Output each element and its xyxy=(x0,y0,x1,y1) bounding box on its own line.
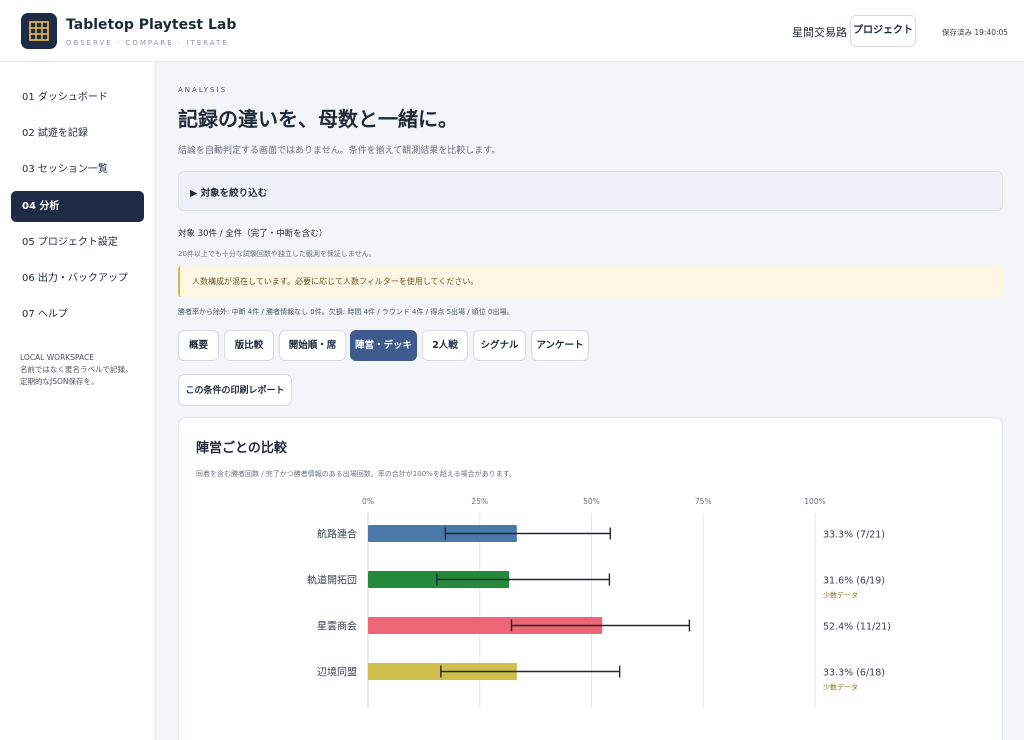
app-logo[interactable] xyxy=(21,13,57,49)
workspace-hint: 名前ではなく匿名ラベルで記録。 xyxy=(20,365,133,374)
category-label: 辺境同盟 xyxy=(317,666,357,679)
mixed-player-count-warning: 人数構成が混在しています。必要に応じて人数フィルターを使用してください。 xyxy=(178,266,1003,297)
faction-win-rate-chart: 0% 25% 50% 75% 100% 航路連合 33.3% (7/21) 軌道開拓団 31.6… xyxy=(307,497,891,708)
target-count: 対象 30件 / 全件（完了・中断を含む） xyxy=(178,229,328,239)
app-tagline: OBSERVE · COMPARE · ITERATE xyxy=(66,39,229,47)
sample-caveat: 20件以上でも十分な試験回数や独立した観測を保証しません。 xyxy=(178,250,376,258)
filter-panel[interactable]: ▶ 対象を絞り込む xyxy=(178,171,1003,211)
save-status: 保存済み 19:40:05 xyxy=(942,28,1009,37)
workspace-hint: 定期的なJSON保存を。 xyxy=(20,377,99,386)
x-tick-label: 0% xyxy=(362,497,374,506)
warning-text: 人数構成が混在しています。必要に応じて人数フィルターを使用してください。 xyxy=(192,277,479,286)
sidebar-item-record-playtest[interactable]: 02 試遊を記録 xyxy=(11,118,144,149)
small-sample-flag: 少数データ xyxy=(823,683,858,692)
section-eyebrow: ANALYSIS xyxy=(178,86,228,94)
app-title: Tabletop Playtest Lab xyxy=(66,17,237,33)
sidebar-item-export-backup[interactable]: 06 出力・バックアップ xyxy=(11,263,144,294)
sidebar: 01 ダッシュボード 02 試遊を記録 03 セッション一覧 04 分析 05 … xyxy=(0,62,156,740)
page-subtitle: 結論を自動判定する画面ではありません。条件を揃えて観測結果を比較します。 xyxy=(178,146,501,156)
category-label: 軌道開拓団 xyxy=(307,574,357,587)
page-title: 記録の違いを、母数と一緒に。 xyxy=(178,107,458,131)
data-label: 33.3% (7/21) xyxy=(823,530,885,541)
app-header: Tabletop Playtest Lab OBSERVE · COMPARE … xyxy=(0,0,1024,62)
print-report-button[interactable]: この条件の印刷レポート xyxy=(178,374,292,406)
tab-version-compare[interactable]: 版比較 xyxy=(224,330,274,361)
sidebar-item-help[interactable]: 07 ヘルプ xyxy=(11,299,144,330)
sidebar-item-dashboard[interactable]: 01 ダッシュボード xyxy=(11,82,144,113)
faction-comparison-card: 陣営ごとの比較 同着を含む勝者回数 / 完了かつ勝者情報のある出場回数。率の合計… xyxy=(178,417,1003,740)
exclusion-summary: 勝者率から除外: 中断 4件 / 勝者情報なし 0件。欠損: 時間 4件 / ラ… xyxy=(178,308,514,316)
x-tick-label: 100% xyxy=(804,497,825,506)
sidebar-item-analysis[interactable]: 04 分析 xyxy=(11,191,144,222)
tab-overview[interactable]: 概要 xyxy=(178,330,219,361)
grid-icon xyxy=(29,21,49,41)
sidebar-workspace-note: LOCAL WORKSPACE 名前ではなく匿名ラベルで記録。 定期的なJSON… xyxy=(20,352,133,388)
data-label: 52.4% (11/21) xyxy=(823,622,891,633)
x-tick-label: 50% xyxy=(583,497,600,506)
category-label: 星雲商会 xyxy=(317,620,357,633)
tab-seat-order[interactable]: 開始順・席 xyxy=(279,330,346,361)
data-label: 33.3% (6/18) xyxy=(823,668,885,679)
tab-survey[interactable]: アンケート xyxy=(531,330,589,361)
tab-faction-deck[interactable]: 陣営・デッキ xyxy=(350,330,417,361)
tab-two-player[interactable]: 2人戦 xyxy=(422,330,468,361)
category-label: 航路連合 xyxy=(317,528,357,541)
filter-toggle[interactable]: ▶ 対象を絞り込む xyxy=(190,185,267,199)
project-button[interactable]: プロジェクト xyxy=(850,15,916,47)
sidebar-item-session-list[interactable]: 03 セッション一覧 xyxy=(11,154,144,185)
x-tick-label: 75% xyxy=(695,497,712,506)
workspace-label: LOCAL WORKSPACE xyxy=(20,353,94,362)
current-project-name: 星間交易路 xyxy=(792,26,847,39)
x-tick-label: 25% xyxy=(471,497,488,506)
small-sample-flag: 少数データ xyxy=(823,591,858,600)
sidebar-item-project-settings[interactable]: 05 プロジェクト設定 xyxy=(11,227,144,258)
data-label: 31.6% (6/19) xyxy=(823,576,885,587)
tab-signal[interactable]: シグナル xyxy=(473,330,526,361)
